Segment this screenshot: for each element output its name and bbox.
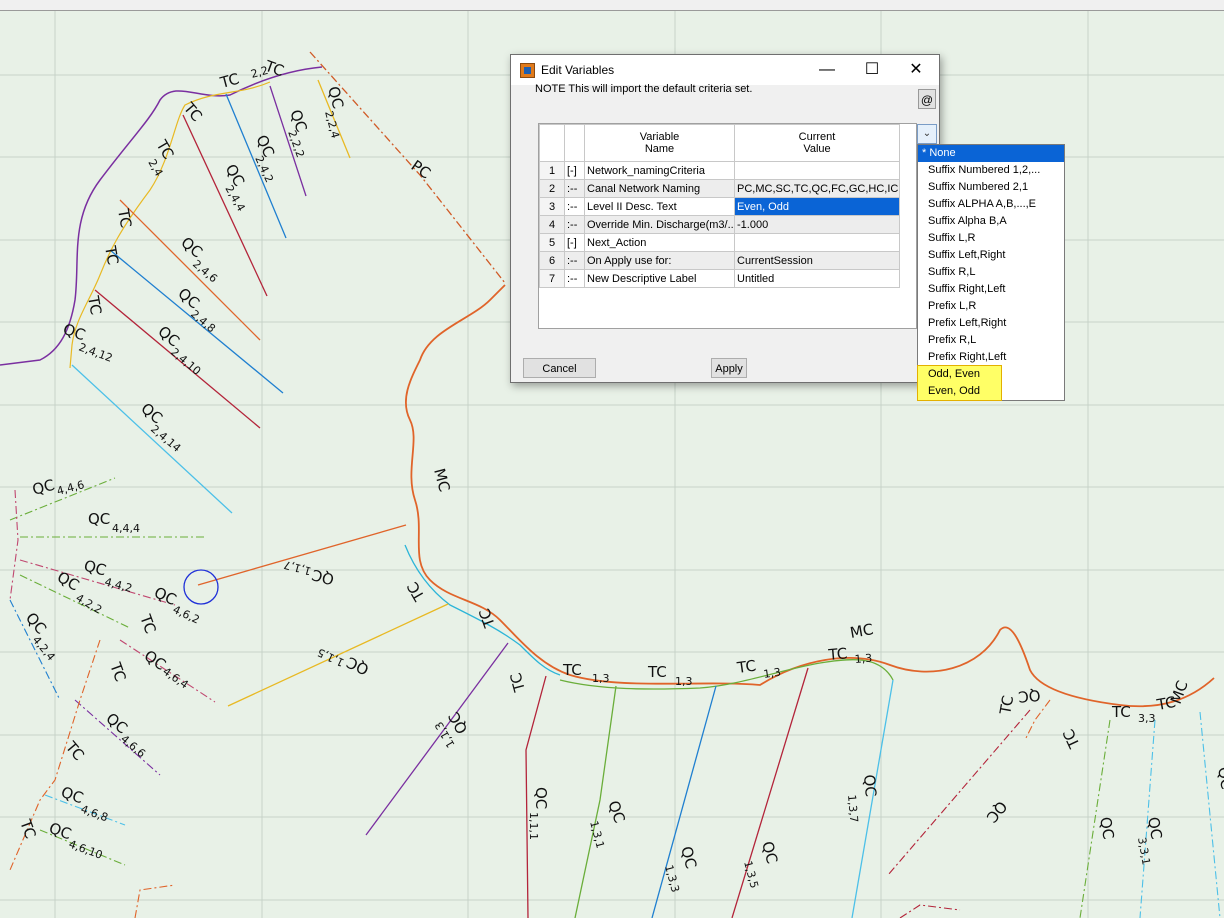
at-button[interactable]: @ xyxy=(918,89,936,109)
variable-name-header[interactable]: Variable Name xyxy=(584,124,735,162)
label-qc137: QC xyxy=(860,774,880,798)
table-row[interactable]: 2:-- Canal Network Naming PC,MC,SC,TC,QC,F… xyxy=(539,179,900,198)
label-tc24d: TC xyxy=(101,244,122,267)
row-number-cell: 3 xyxy=(539,197,565,216)
window-top-edge xyxy=(0,0,1224,11)
table-row[interactable]: 1 [-] Network_namingCriteria xyxy=(539,161,900,180)
variable-name-cell: Level II Desc. Text xyxy=(584,197,735,216)
edit-variables-dialog: Edit Variables — ☐ ✕ NOTE This will impo… xyxy=(510,54,940,383)
dropdown-option[interactable]: * None xyxy=(918,145,1064,162)
label-qc444: QC xyxy=(88,510,110,528)
current-value-cell[interactable] xyxy=(734,161,900,180)
close-button[interactable]: ✕ xyxy=(893,55,939,85)
dropdown-option[interactable]: Suffix Alpha B,A xyxy=(918,213,1064,230)
dropdown-option[interactable]: Even, Odd xyxy=(918,383,1002,400)
table-header-row: Variable Name Current Value xyxy=(539,124,900,162)
apply-button[interactable]: Apply xyxy=(711,358,747,378)
current-value-cell[interactable] xyxy=(734,233,900,252)
variables-table: Variable Name Current Value 1 [-] Network_na… xyxy=(538,123,917,329)
row-mark-cell: [-] xyxy=(564,161,585,180)
variable-name-cell: On Apply use for: xyxy=(584,251,735,270)
variable-name-cell: Canal Network Naming xyxy=(584,179,735,198)
dropdown-option[interactable]: Suffix L,R xyxy=(918,230,1064,247)
dropdown-option[interactable]: Suffix Numbered 1,2,... xyxy=(918,162,1064,179)
maximize-button[interactable]: ☐ xyxy=(849,55,895,85)
dropdown-option[interactable]: Prefix Left,Right xyxy=(918,315,1064,332)
dropdown-option[interactable]: Odd, Even xyxy=(918,366,1002,383)
dropdown-option[interactable]: Suffix R,L xyxy=(918,264,1064,281)
row-number-cell: 1 xyxy=(539,161,565,180)
dropdown-option[interactable]: Suffix Left,Right xyxy=(918,247,1064,264)
note-text: NOTE This will import the default criter… xyxy=(535,83,753,95)
corner-cell xyxy=(539,124,565,162)
label-tc33a: TC xyxy=(1111,703,1131,721)
table-row[interactable]: 4:-- Override Min. Discharge(m3/... -1.000 xyxy=(539,215,900,234)
naming-options-dropdown[interactable]: * None Suffix Numbered 1,2,... Suffix Numb… xyxy=(917,144,1065,401)
label-tc13a: TC xyxy=(562,661,582,679)
sub-tc13b: 1,3 xyxy=(675,675,693,688)
sub-qc137: 1,3,7 xyxy=(845,794,860,823)
current-value-cell[interactable]: Untitled xyxy=(734,269,900,288)
row-mark-cell: :-- xyxy=(564,179,585,198)
label-qc111: QC xyxy=(532,787,550,809)
row-number-cell: 4 xyxy=(539,215,565,234)
dropdown-toggle-button[interactable]: ⌄ xyxy=(917,124,937,144)
table-row[interactable]: 6:-- On Apply use for: CurrentSession xyxy=(539,251,900,270)
label-qc331: QC xyxy=(1096,816,1118,841)
sub-qc444: 4,4,4 xyxy=(112,522,140,535)
label-tc13c: TC xyxy=(735,657,757,678)
dropdown-option[interactable]: Suffix Numbered 2,1 xyxy=(918,179,1064,196)
table-row[interactable]: 3:-- Level II Desc. Text Even, Odd xyxy=(539,197,900,216)
label-qc315: QC xyxy=(1017,686,1041,706)
row-number-cell: 6 xyxy=(539,251,565,270)
sub-tc13a: 1,3 xyxy=(592,672,610,685)
row-mark-cell: :-- xyxy=(564,197,585,216)
label-tc24c: TC xyxy=(114,207,135,230)
variable-name-cell: Network_namingCriteria xyxy=(584,161,735,180)
dialog-titlebar[interactable]: Edit Variables — ☐ ✕ xyxy=(511,55,939,85)
current-value-header[interactable]: Current Value xyxy=(734,124,900,162)
row-mark-cell: [-] xyxy=(564,233,585,252)
dropdown-option[interactable]: Prefix L,R xyxy=(918,298,1064,315)
sub-tc13d: 1,3 xyxy=(854,652,873,666)
label-tc13b: TC xyxy=(647,663,667,681)
current-value-cell[interactable]: Even, Odd xyxy=(734,197,900,216)
sub-tc33: 3,3 xyxy=(1138,712,1156,725)
dropdown-option[interactable]: Prefix Right,Left xyxy=(918,349,1064,366)
variable-name-cell: New Descriptive Label xyxy=(584,269,735,288)
current-value-cell[interactable]: CurrentSession xyxy=(734,251,900,270)
row-mark-cell: :-- xyxy=(564,269,585,288)
label-tc31a: TC xyxy=(996,694,1017,717)
minimize-button[interactable]: — xyxy=(804,55,850,85)
table-row[interactable]: 5 [-] Next_Action xyxy=(539,233,900,252)
label-tc24e: TC xyxy=(84,294,105,317)
current-value-cell[interactable]: PC,MC,SC,TC,QC,FC,GC,HC,IC,... xyxy=(734,179,900,198)
row-number-cell: 2 xyxy=(539,179,565,198)
row-number-cell: 5 xyxy=(539,233,565,252)
cancel-button[interactable]: Cancel xyxy=(523,358,596,378)
row-number-cell: 7 xyxy=(539,269,565,288)
current-value-cell[interactable]: -1.000 xyxy=(734,215,900,234)
variable-name-cell: Next_Action xyxy=(584,233,735,252)
variable-name-cell: Override Min. Discharge(m3/... xyxy=(584,215,735,234)
sub-qc111: 1,1,1 xyxy=(527,812,540,840)
matlab-app-icon xyxy=(520,63,535,78)
dropdown-option[interactable]: Prefix R,L xyxy=(918,332,1064,349)
label-tc13d: TC xyxy=(827,644,848,664)
table-row[interactable]: 7:-- New Descriptive Label Untitled xyxy=(539,269,900,288)
dropdown-option[interactable]: Suffix Right,Left xyxy=(918,281,1064,298)
row-mark-cell: :-- xyxy=(564,251,585,270)
sub-tc13c: 1,3 xyxy=(763,666,782,681)
dialog-title: Edit Variables xyxy=(541,63,615,77)
label-tc33b: TC xyxy=(1155,693,1178,714)
dropdown-option[interactable]: Suffix ALPHA A,B,...,E xyxy=(918,196,1064,213)
mark-header xyxy=(564,124,585,162)
variables-grid: Variable Name Current Value 1 [-] Network_na… xyxy=(539,124,900,288)
row-mark-cell: :-- xyxy=(564,215,585,234)
